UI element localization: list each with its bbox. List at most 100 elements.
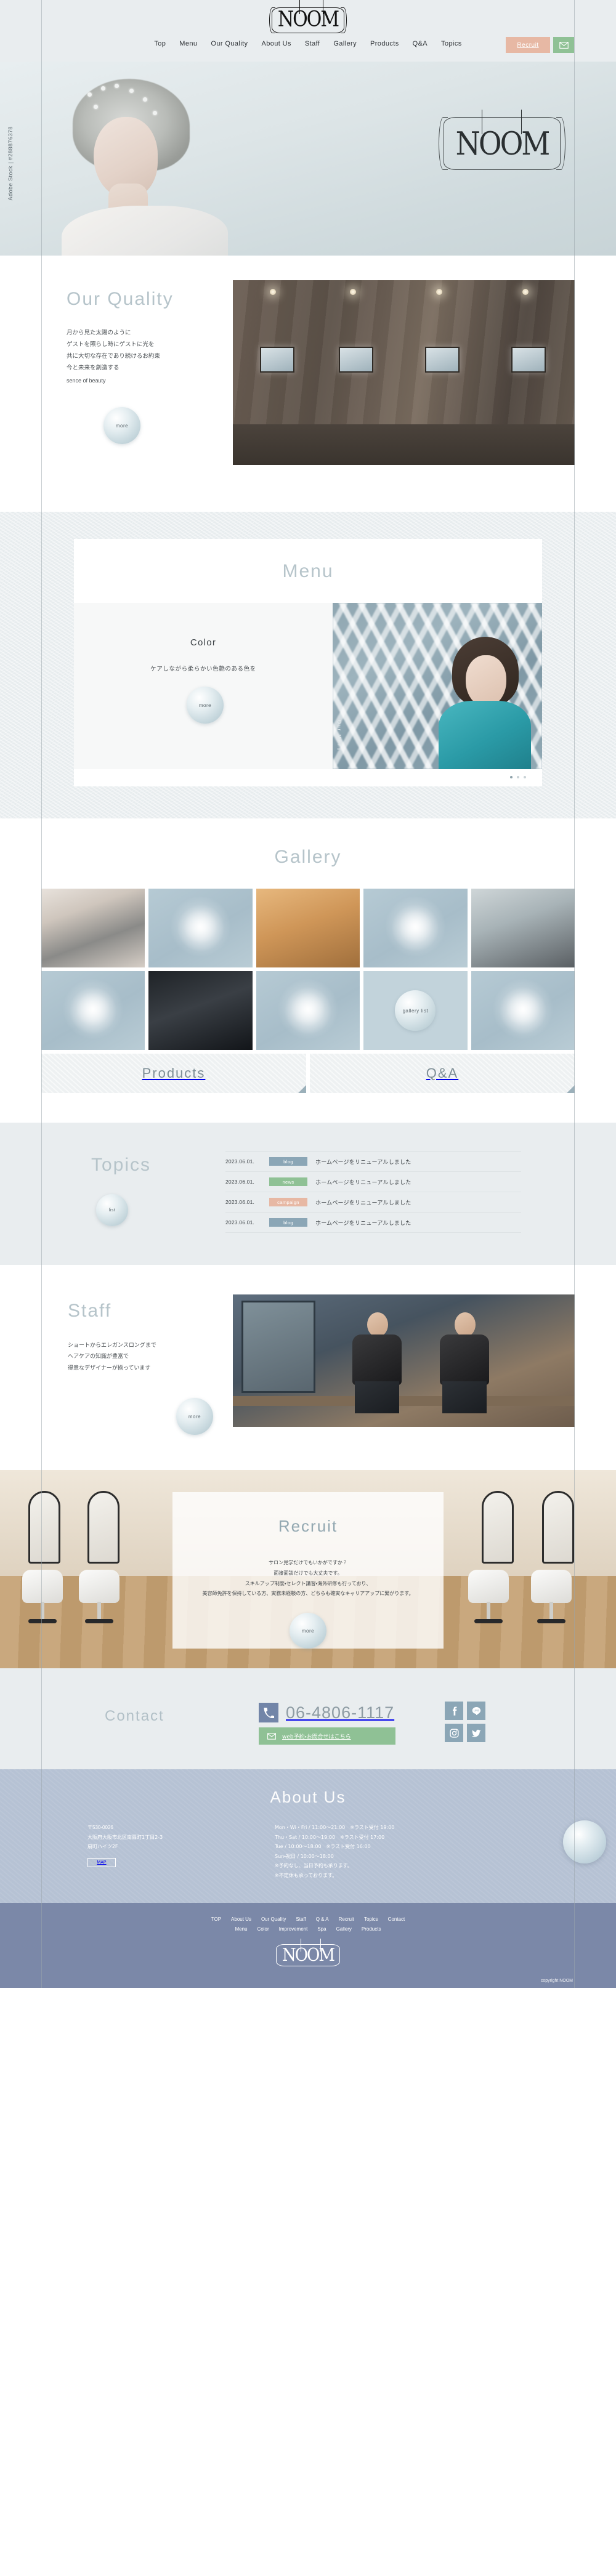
topics-section: Topics list 2023.06.01. blog ホームページをリニュー… — [0, 1123, 616, 1265]
facebook-icon[interactable] — [445, 1702, 463, 1720]
gallery-title: Gallery — [274, 847, 342, 867]
nav-item-qa[interactable]: Q&A — [413, 40, 428, 47]
nav-item-about-us[interactable]: About Us — [261, 40, 291, 47]
gallery-section: Gallery gallery list Products Q&A — [0, 818, 616, 1123]
our-quality-subtitle: sence of beauty — [67, 378, 106, 384]
logo-tick-left — [299, 0, 301, 14]
topic-text: ホームページをリニューアルしました — [315, 1200, 411, 1206]
recruit-line-2: 面接面談だけでも大丈夫です。 — [274, 1570, 342, 1576]
status-badge: blog — [269, 1157, 307, 1166]
footer-link-staff[interactable]: Staff — [296, 1916, 306, 1922]
contact-mail-button[interactable]: web予約・お問合せはこちら — [259, 1727, 395, 1745]
nav-item-topics[interactable]: Topics — [441, 40, 462, 47]
gallery-photo-8[interactable] — [256, 971, 360, 1050]
about-us-section: About Us 〒530-0026 大阪府大阪市北区南扇町1丁目2-3 扇町ハ… — [0, 1769, 616, 1903]
banner-products[interactable]: Products — [41, 1054, 306, 1093]
recruit-section: Recruit サロン見学だけでもいかがですか？ 面接面談だけでも大丈夫です。 … — [0, 1470, 616, 1668]
footer-link-contact[interactable]: Contact — [388, 1916, 405, 1922]
staff-title: Staff — [68, 1301, 112, 1321]
nav-item-our-quality[interactable]: Our Quality — [211, 40, 248, 47]
footer-link-color[interactable]: Color — [257, 1926, 269, 1932]
footer-link-recruit[interactable]: Recruit — [339, 1916, 354, 1922]
banner-qa[interactable]: Q&A — [310, 1054, 575, 1093]
footer-link-improvement[interactable]: Improvement — [279, 1926, 308, 1932]
topics-more-label: list — [108, 1208, 116, 1213]
our-quality-line-4: 今と未来を創造する — [67, 365, 120, 371]
footer-link-top[interactable]: TOP — [211, 1916, 221, 1922]
gallery-photo-2[interactable] — [148, 889, 253, 967]
our-quality-more-button[interactable]: more — [103, 407, 140, 444]
hero-model-photo — [49, 79, 253, 256]
carousel-dot-2[interactable] — [517, 776, 519, 778]
gallery-photo-5[interactable] — [471, 889, 575, 967]
staff-photo — [233, 1294, 575, 1427]
contact-phone[interactable]: 06-4806-1117 — [259, 1703, 394, 1722]
line-icon[interactable]: LINE — [467, 1702, 485, 1720]
footer-link-products[interactable]: Products — [362, 1926, 381, 1932]
menu-item-desc: ケアしながら柔らかい色艶のある色を — [150, 666, 256, 672]
nav-item-menu[interactable]: Menu — [179, 40, 197, 47]
topics-more-button[interactable]: list — [96, 1194, 128, 1226]
about-hours-4: Sun・祝日 / 10:00〜18:00 — [275, 1853, 334, 1859]
footer-nav-row-1: TOP About Us Our Quality Staff Q & A Rec… — [0, 1916, 616, 1922]
recruit-more-label: more — [301, 1628, 315, 1634]
gallery-photo-4[interactable] — [363, 889, 468, 967]
nav-item-staff[interactable]: Staff — [305, 40, 320, 47]
our-quality-line-3: 共に大切な存在であり続けるお約束 — [67, 353, 160, 360]
nav-item-products[interactable]: Products — [370, 40, 399, 47]
gallery-photo-9[interactable] — [471, 971, 575, 1050]
carousel-dot-3[interactable] — [524, 776, 526, 778]
gallery-photo-3[interactable] — [256, 889, 360, 967]
footer-logo[interactable]: NOOM — [0, 1938, 616, 1969]
twitter-icon[interactable] — [467, 1724, 485, 1742]
topic-date: 2023.06.01. — [225, 1199, 255, 1205]
carousel-dot-1[interactable] — [510, 776, 513, 778]
recruit-title: Recruit — [278, 1517, 338, 1535]
envelope-icon — [267, 1732, 276, 1740]
menu-item-block: Color ケアしながら柔らかい色艶のある色を more — [74, 603, 333, 769]
recruit-button[interactable]: Recruit — [506, 37, 550, 53]
site-footer: TOP About Us Our Quality Staff Q & A Rec… — [0, 1902, 616, 1988]
menu-photo: Our Menu — [333, 603, 542, 769]
menu-more-button[interactable]: more — [187, 687, 224, 724]
footer-link-about-us[interactable]: About Us — [231, 1916, 251, 1922]
nav-item-gallery[interactable]: Gallery — [333, 40, 357, 47]
status-badge: news — [269, 1177, 307, 1186]
table-row[interactable]: 2023.06.01. news ホームページをリニューアルしました — [225, 1172, 521, 1192]
staff-line-3: 得意なデザイナーが揃っています — [68, 1365, 151, 1371]
gallery-photo-7[interactable] — [148, 971, 253, 1050]
gallery-more-button[interactable]: gallery list — [363, 971, 468, 1050]
staff-line-2: ヘアケアの知識が豊富で — [68, 1354, 129, 1360]
topic-date: 2023.06.01. — [225, 1179, 255, 1185]
our-quality-title: Our Quality — [67, 289, 174, 309]
footer-link-gallery[interactable]: Gallery — [336, 1926, 352, 1932]
staff-section: Staff ショートからエレガンスロングまで ヘアケアの知識が豊富で 得意なデザ… — [0, 1265, 616, 1470]
table-row[interactable]: 2023.06.01. blog ホームページをリニューアルしました — [225, 1151, 521, 1172]
corner-arrow-icon — [298, 1085, 306, 1093]
footer-link-topics[interactable]: Topics — [364, 1916, 378, 1922]
instagram-icon[interactable] — [445, 1724, 463, 1742]
nav-item-top[interactable]: Top — [154, 40, 166, 47]
footer-link-menu[interactable]: Menu — [235, 1926, 248, 1932]
about-hours-5: ※予約なし、当日予約も承ります。 — [275, 1863, 352, 1869]
menu-carousel-dots[interactable] — [74, 769, 542, 786]
hero-logo-tick-right — [521, 110, 522, 134]
table-row[interactable]: 2023.06.01. campaign ホームページをリニューアルしました — [225, 1192, 521, 1213]
footer-link-our-quality[interactable]: Our Quality — [261, 1916, 286, 1922]
header-mail-button[interactable] — [553, 37, 574, 53]
footer-link-qa[interactable]: Q & A — [316, 1916, 329, 1922]
topics-title: Topics — [91, 1155, 152, 1175]
staff-more-button[interactable]: more — [176, 1398, 213, 1435]
menu-vertical-label: Our Menu — [336, 720, 342, 752]
gallery-photo-1[interactable] — [41, 889, 145, 967]
social-links: LINE — [445, 1702, 485, 1742]
gallery-photo-6[interactable] — [41, 971, 145, 1050]
footer-link-spa[interactable]: Spa — [317, 1926, 326, 1932]
recruit-more-button[interactable]: more — [290, 1613, 326, 1649]
map-button[interactable]: MAP — [87, 1857, 116, 1867]
page-root: NOOM Top Menu Our Quality About Us Staff… — [0, 0, 616, 1988]
table-row[interactable]: 2023.06.01. blog ホームページをリニューアルしました — [225, 1213, 521, 1233]
menu-section: Menu Color ケアしながら柔らかい色艶のある色を more Our Me… — [0, 512, 616, 818]
topic-text: ホームページをリニューアルしました — [315, 1159, 411, 1166]
header-logo[interactable]: NOOM — [0, 0, 616, 36]
